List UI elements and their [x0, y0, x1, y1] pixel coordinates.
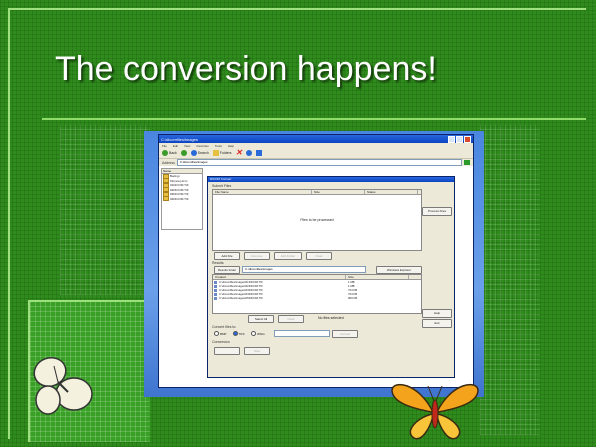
results-folder-input[interactable]: C:\dicomfiles\images: [242, 266, 366, 273]
address-label: Address: [162, 160, 175, 165]
results-table[interactable]: Created Size C:\dicomfiles\images\01DICO…: [212, 274, 422, 314]
forward-arrow-icon: [180, 150, 187, 156]
convert-to-label: Convert files to:: [212, 325, 237, 329]
back-button[interactable]: Back: [162, 150, 177, 156]
results-label: Results: [212, 261, 224, 265]
results-folder-button[interactable]: Results folder: [214, 266, 240, 274]
folders-button[interactable]: Folders: [212, 150, 232, 156]
col-size[interactable]: Size: [312, 190, 365, 194]
col-status[interactable]: Status: [365, 190, 418, 194]
radio-icon: [214, 331, 219, 336]
address-input[interactable]: C:\dicomfiles\images: [176, 159, 462, 166]
col-result-size[interactable]: Size: [346, 275, 409, 279]
go-icon[interactable]: [464, 160, 470, 165]
address-bar: Address C:\dicomfiles\images: [159, 159, 473, 166]
selection-status: No files selected: [318, 316, 344, 320]
menu-edit[interactable]: Edit: [173, 144, 178, 148]
minimize-icon[interactable]: [448, 135, 455, 143]
radio-icon: [250, 331, 256, 336]
delete-x-icon: ✕: [235, 148, 243, 157]
radio-bmp[interactable]: BMP: [214, 331, 227, 336]
grid-pattern-upper: [60, 125, 150, 295]
views-button[interactable]: [256, 150, 263, 156]
windows-explorer-button[interactable]: Windows Explorer: [376, 266, 422, 274]
list-item[interactable]: 04DICOM.TIF: [162, 196, 202, 202]
remove-button[interactable]: Remove: [244, 252, 270, 260]
stop-button[interactable]: Stop: [244, 347, 270, 355]
clear-button[interactable]: Clear: [306, 252, 332, 260]
table-row[interactable]: C:\dicomfiles\images\05DICOM.TIF 909 KB: [213, 296, 421, 300]
undo-icon: [246, 150, 253, 156]
dialog-title: DICOM Convert: [208, 177, 454, 182]
slide: The conversion happens! C:\dicomfiles\im…: [0, 0, 596, 447]
white-butterfly-icon: [33, 357, 93, 415]
window-controls: [448, 135, 471, 143]
format-select[interactable]: [274, 330, 330, 337]
add-file-button[interactable]: Add File: [214, 252, 240, 260]
convert-dialog: DICOM Convert Submit Files File Name Siz…: [207, 176, 455, 378]
menu-help[interactable]: Help: [228, 144, 234, 148]
submit-files-label: Submit Files: [212, 184, 232, 188]
orange-butterfly-icon: [391, 383, 479, 440]
radio-selected-icon: [232, 331, 238, 336]
col-file-name[interactable]: File Name: [213, 190, 312, 194]
views-icon: [256, 150, 263, 156]
menu-favorites[interactable]: Favorites: [196, 144, 208, 148]
radio-tiff[interactable]: TIFF: [232, 331, 245, 336]
process-files-button[interactable]: Process Files: [422, 207, 452, 216]
title-underline: [42, 118, 586, 120]
delete-button[interactable]: ✕: [235, 148, 243, 157]
window-titlebar: C:\dicomfiles\images: [159, 135, 473, 143]
add-folder-button[interactable]: Add Folder: [274, 252, 302, 260]
conversion-progress-button: [214, 347, 240, 355]
close-icon[interactable]: [464, 135, 471, 143]
file-icon: [163, 196, 169, 202]
explorer-window: C:\dicomfiles\images File Edit View Favo…: [158, 134, 474, 388]
submit-files-table[interactable]: File Name Size Status Files to be proces…: [212, 189, 422, 251]
search-label: Search: [197, 151, 209, 155]
conversion-label: Conversion: [212, 340, 230, 344]
folders-label: Folders: [219, 151, 232, 155]
menu-view[interactable]: View: [184, 144, 190, 148]
back-label: Back: [169, 151, 177, 155]
slide-title: The conversion happens!: [55, 50, 437, 88]
back-arrow-icon: [162, 150, 168, 156]
radio-jpeg[interactable]: JPEG: [250, 331, 265, 336]
convert-button[interactable]: Convert: [332, 330, 358, 338]
forward-button[interactable]: [180, 150, 187, 156]
submit-table-header: File Name Size Status: [213, 190, 421, 195]
menu-file[interactable]: File: [162, 144, 167, 148]
format-radio-group: BMP TIFF JPEG: [214, 331, 265, 336]
explorer-body: Name Back.jp 01(new).dcm 01DICOM.TIF 02D…: [159, 166, 473, 387]
grid-pattern-right: [480, 125, 540, 435]
embedded-screenshot: C:\dicomfiles\images File Edit View Favo…: [144, 131, 484, 397]
folder-pane: Name Back.jp 01(new).dcm 01DICOM.TIF 02D…: [161, 168, 203, 230]
folder-icon: [212, 150, 219, 156]
search-icon: [190, 150, 197, 156]
undo-button[interactable]: [246, 150, 253, 156]
help-button[interactable]: Help: [422, 309, 452, 318]
search-button[interactable]: Search: [190, 150, 209, 156]
frame-left-line: [8, 8, 10, 439]
menu-tools[interactable]: Tools: [215, 144, 222, 148]
select-all-button[interactable]: Select All: [248, 315, 274, 323]
empty-state-text: Files to be processed: [300, 218, 334, 222]
maximize-icon[interactable]: [456, 135, 463, 143]
exit-button[interactable]: Exit: [422, 319, 452, 328]
toolbar: Back Search Folders ✕: [159, 148, 473, 159]
col-created[interactable]: Created: [213, 275, 346, 279]
window-title: C:\dicomfiles\images: [161, 136, 198, 142]
clear-results-button[interactable]: Clear: [278, 315, 304, 323]
frame-top-line: [8, 8, 586, 10]
